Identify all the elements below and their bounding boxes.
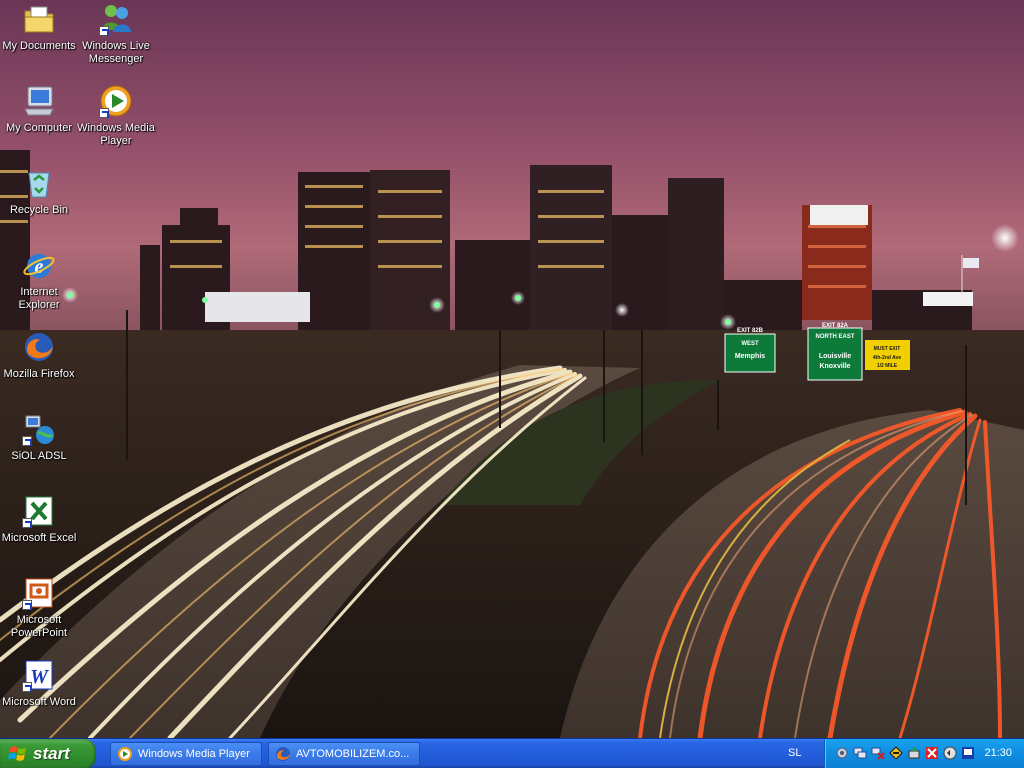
svg-text:W: W	[30, 666, 49, 688]
sign-exit-left: EXIT 82B	[737, 328, 764, 334]
start-label: start	[33, 744, 70, 763]
safely-remove-hardware-tray-icon[interactable]	[907, 746, 921, 760]
desktop-icon-internet-explorer[interactable]: e Internet Explorer	[0, 248, 78, 312]
network-tray-icon[interactable]	[853, 746, 867, 760]
shortcut-arrow-icon	[22, 600, 32, 610]
desktop-icon-label: Microsoft Word	[2, 696, 76, 708]
security-shield-tray-icon[interactable]	[889, 746, 903, 760]
sign-yellow-line-2: 4th-2nd Ave	[873, 355, 901, 361]
desktop-icon-label: Windows Media Player	[77, 122, 155, 147]
desktop-icon-microsoft-powerpoint[interactable]: Microsoft PowerPoint	[0, 576, 78, 640]
desktop-icon-my-computer[interactable]: My Computer	[0, 84, 78, 135]
my-computer-icon	[24, 86, 54, 116]
desktop-icon-label: Recycle Bin	[9, 204, 69, 216]
desktop-icon-siol-adsl[interactable]: SiOL ADSL	[0, 412, 78, 463]
taskbar-button-firefox[interactable]: AVTOMOBILIZEM.co...	[268, 742, 420, 766]
desktop-icon-my-documents[interactable]: My Documents	[0, 2, 78, 53]
my-documents-icon	[24, 6, 54, 33]
shortcut-arrow-icon	[22, 682, 32, 692]
desktop-icon-microsoft-excel[interactable]: Microsoft Excel	[0, 494, 78, 545]
media-player-icon	[118, 747, 132, 761]
desktop-icon-microsoft-word[interactable]: W Microsoft Word	[0, 658, 78, 709]
desktop-icon-recycle-bin[interactable]: Recycle Bin	[0, 166, 78, 217]
clock[interactable]: 21:30	[984, 747, 1012, 759]
language-indicator[interactable]: SL	[788, 747, 801, 759]
display-tray-icon[interactable]	[961, 746, 975, 760]
taskbar-button-label: AVTOMOBILIZEM.co...	[296, 748, 410, 760]
sign-right-city-2: Knoxville	[819, 363, 850, 370]
internet-explorer-icon: e	[23, 254, 55, 278]
desktop-icon-label: Windows Live Messenger	[82, 40, 150, 65]
sign-left-direction: WEST	[741, 341, 759, 347]
shortcut-arrow-icon	[22, 436, 32, 446]
desktop-icon-windows-media-player[interactable]: Windows Media Player	[77, 84, 155, 148]
network-disconnected-tray-icon[interactable]	[871, 746, 885, 760]
desktop-icon-label: My Computer	[5, 122, 73, 134]
desktop-icon-label: My Documents	[2, 40, 76, 52]
sign-left-city: Memphis	[735, 353, 765, 360]
sign-yellow-line-3: 1/2 MILE	[877, 363, 898, 369]
volume-tray-icon[interactable]	[943, 746, 957, 760]
shortcut-arrow-icon	[22, 518, 32, 528]
desktop-icon-label: Internet Explorer	[18, 286, 60, 311]
taskbar-button-label: Windows Media Player	[138, 748, 250, 760]
firefox-icon	[25, 333, 53, 361]
taskbar-button-windows-media-player[interactable]: Windows Media Player	[110, 742, 262, 766]
settings-gear-tray-icon[interactable]	[835, 746, 849, 760]
system-tray: 21:30	[824, 739, 1024, 768]
desktop-icon-label: Microsoft Excel	[1, 532, 77, 544]
sign-right-city-1: Louisville	[819, 353, 851, 360]
taskbar: start Windows Media Player AVTOMOBILIZEM…	[0, 738, 1024, 768]
sign-exit-right: EXIT 82A	[822, 323, 849, 329]
desktop-icon-label: SiOL ADSL	[11, 450, 67, 462]
desktop-icon-mozilla-firefox[interactable]: Mozilla Firefox	[0, 330, 78, 381]
antivirus-tray-icon[interactable]	[925, 746, 939, 760]
sign-yellow-line-1: MUST EXIT	[874, 346, 901, 352]
sign-right-direction: NORTH EAST	[816, 334, 855, 340]
firefox-icon	[276, 747, 290, 761]
desktop-icon-label: Microsoft PowerPoint	[10, 614, 68, 639]
shortcut-arrow-icon	[99, 26, 109, 36]
desktop-icon-label: Mozilla Firefox	[3, 368, 75, 380]
shortcut-arrow-icon	[99, 108, 109, 118]
windows-logo-icon	[8, 746, 26, 761]
recycle-bin-icon	[28, 172, 50, 198]
desktop[interactable]: EXIT 82B WEST Memphis EXIT 82A NORTH EAS…	[0, 0, 1024, 738]
desktop-icon-windows-live-messenger[interactable]: Windows Live Messenger	[77, 2, 155, 66]
start-button[interactable]: start	[0, 739, 96, 768]
